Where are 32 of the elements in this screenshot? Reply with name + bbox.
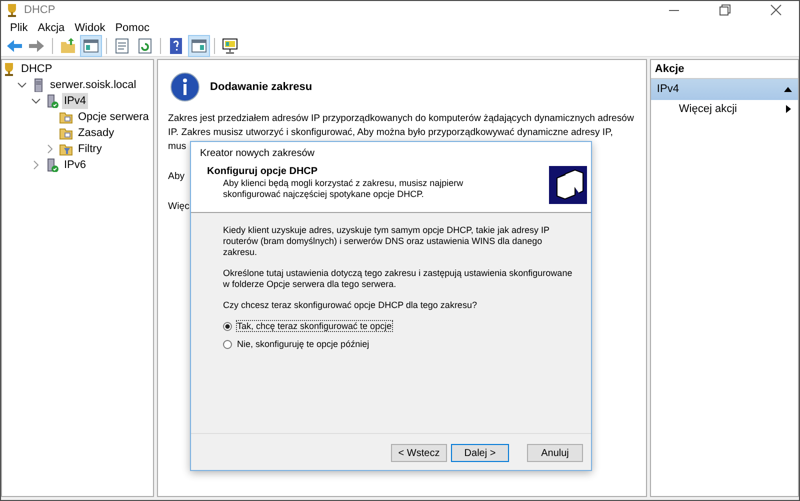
dialog-title: Kreator nowych zakresów <box>191 142 591 163</box>
dialog-button[interactable]: Dalej > <box>451 444 509 462</box>
action-link[interactable]: Więcej akcji <box>678 103 737 115</box>
wizard-subheading: Aby klienci będą mogli korzystać z zakresu, musisz najpierw skonfigurować najczęściej spotykane opcje DHCP. <box>222 178 464 200</box>
menu-item[interactable]: Pomoc <box>110 22 154 34</box>
paragraph: mus <box>168 140 186 154</box>
dialog-button[interactable]: < Wstecz <box>391 444 447 462</box>
paragraph: Określone tutaj ustawienia dotyczą tego zakresu i zastępują ustawienia skonfigurowane w folderze Opcje serwera dla tego serwera. <box>223 268 574 290</box>
section-title: IPv4 <box>656 83 679 95</box>
paragraph: IP. Zakres musisz utworzyć i skonfigurować, Aby można było przyporządkowywać dynamiczne adresy IP, <box>168 126 613 140</box>
tree-item[interactable]: Zasady <box>76 125 116 141</box>
radio-label[interactable]: Tak, chcę teraz skonfigurować te opcje <box>237 321 392 331</box>
tree-item[interactable]: IPv6 <box>62 157 88 173</box>
tree-item[interactable]: DHCP <box>19 61 54 77</box>
paragraph: Kiedy klient uzyskuje adres, uzyskuje tym samym opcje DHCP, takie jak adresy IP routerów (bram domyślnych) i serwerów DNS oraz ustawienia WINS dla danego zakresu. <box>223 225 550 258</box>
paragraph: Aby <box>168 170 185 184</box>
paragraph: Więc <box>168 200 190 214</box>
tree-item[interactable]: IPv4 <box>62 93 88 109</box>
section-header[interactable]: IPv4 <box>650 79 798 100</box>
window-title: DHCP <box>24 4 56 16</box>
menu-item[interactable]: Plik <box>5 22 33 34</box>
dialog-button[interactable]: Anuluj <box>527 444 583 462</box>
wizard-heading: Konfiguruj opcje DHCP <box>207 166 319 177</box>
radio-label[interactable]: Nie, skonfiguruję te opcje później <box>237 339 370 349</box>
paragraph: Zakres jest przedziałem adresów IP przyporządkowanych do komputerów żądających dynamicznych adresów <box>168 112 634 126</box>
tree-item[interactable]: Filtry <box>76 141 104 157</box>
menu-item[interactable]: Akcja <box>32 22 70 34</box>
menu-item[interactable]: Widok <box>70 22 110 34</box>
paragraph: Czy chcesz teraz skonfigurować opcje DHCP dla tego zakresu? <box>223 300 478 311</box>
tree-item[interactable]: Opcje serwera <box>76 109 151 125</box>
section-heading: Dodawanie zakresu <box>210 81 312 93</box>
tree-item[interactable]: serwer.soisk.local <box>48 77 138 93</box>
